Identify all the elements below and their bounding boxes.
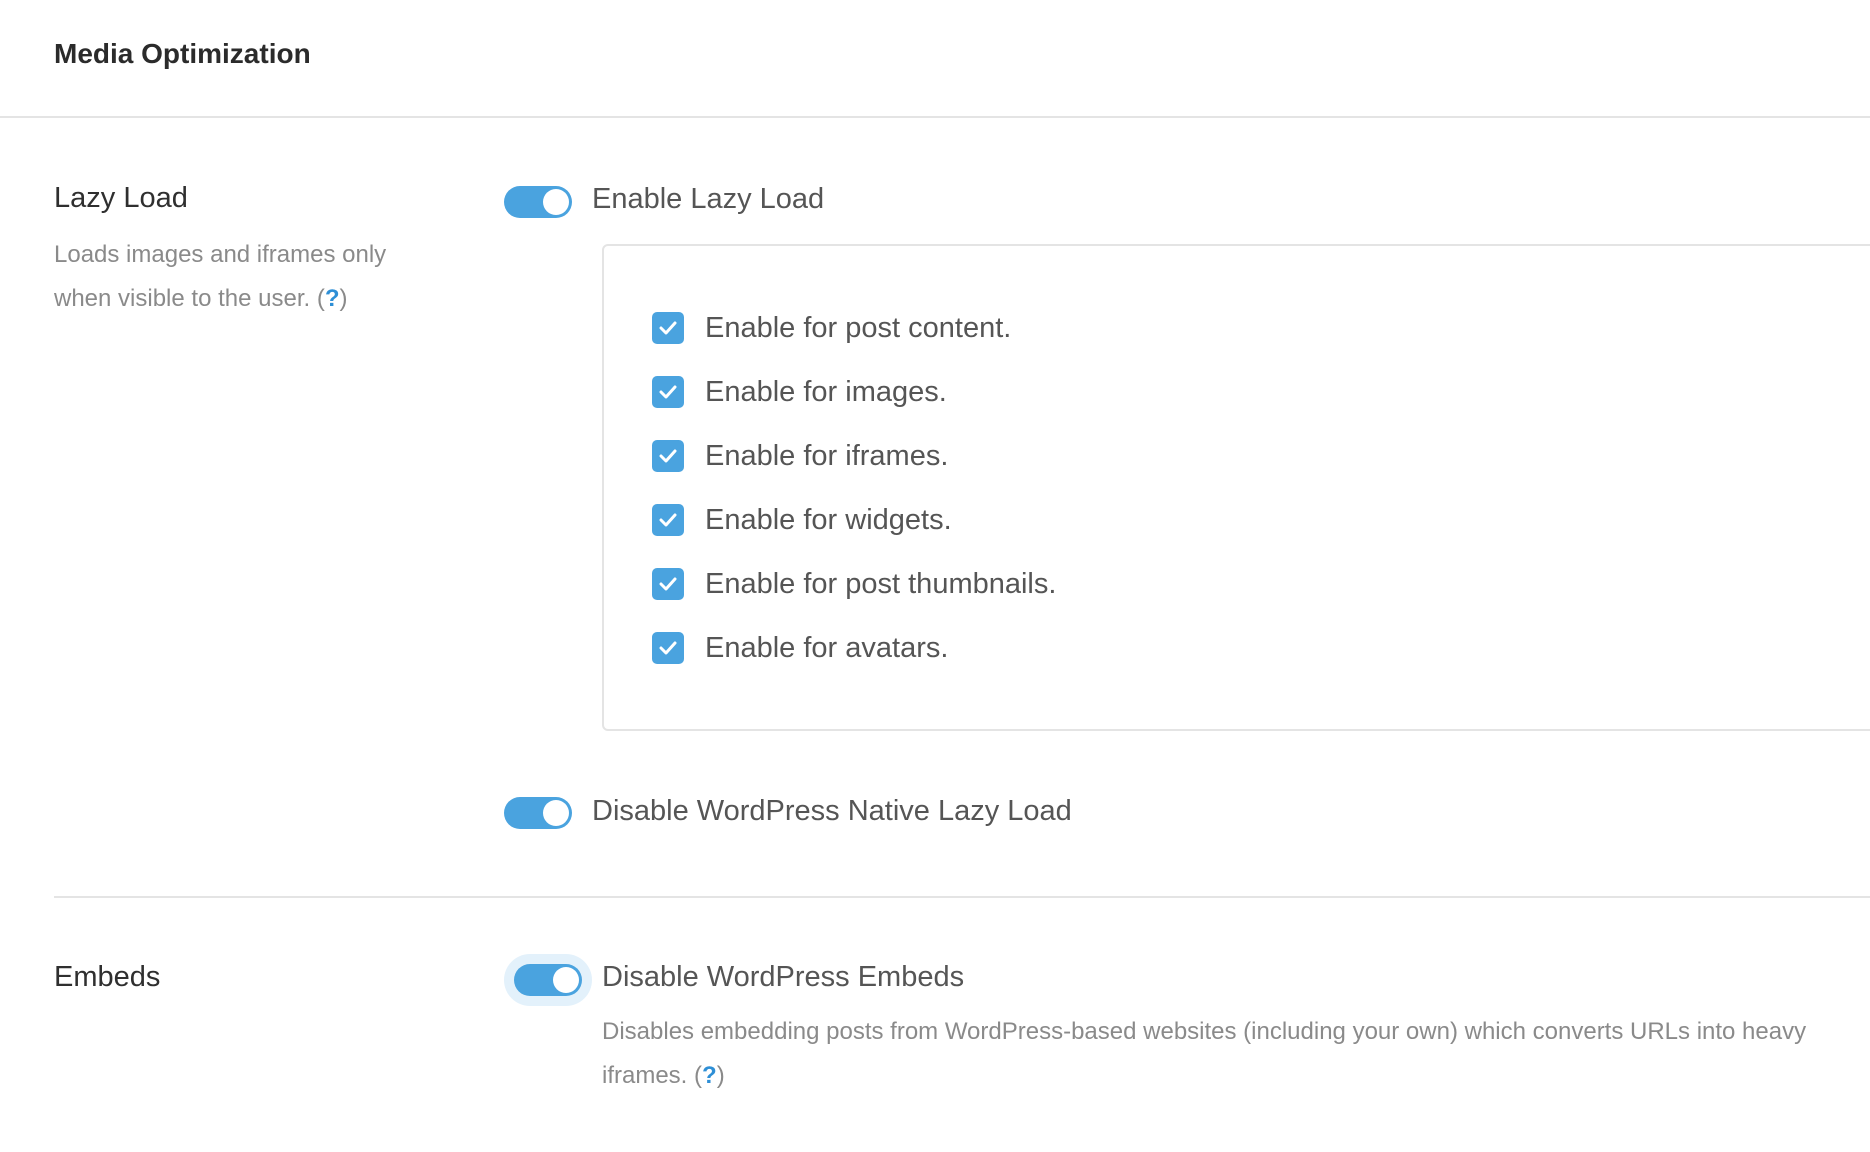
page-title: Media Optimization bbox=[54, 38, 311, 69]
checkmark-icon bbox=[659, 513, 677, 527]
disable-native-lazy-load-label: Disable WordPress Native Lazy Load bbox=[592, 795, 1072, 827]
lazy-load-option-label: Enable for iframes. bbox=[705, 439, 949, 472]
checkmark-icon bbox=[659, 449, 677, 463]
lazy-load-option-label: Enable for images. bbox=[705, 375, 947, 408]
checkmark-icon bbox=[659, 321, 677, 335]
page-header: Media Optimization bbox=[0, 0, 1870, 118]
embeds-help-link[interactable]: ? bbox=[702, 1062, 717, 1089]
help-close: ) bbox=[716, 1062, 725, 1089]
lazy-load-option-row[interactable]: Enable for images. bbox=[652, 375, 947, 409]
help-close: ) bbox=[339, 285, 348, 312]
checkbox[interactable] bbox=[652, 376, 684, 408]
checkbox[interactable] bbox=[652, 440, 684, 472]
toggle-knob bbox=[543, 800, 569, 826]
checkmark-icon bbox=[659, 641, 677, 655]
embeds-description-text: Disables embedding posts from WordPress-… bbox=[602, 1018, 1807, 1089]
enable-lazy-load-label: Enable Lazy Load bbox=[592, 183, 825, 215]
lazy-load-option-row[interactable]: Enable for iframes. bbox=[652, 439, 948, 473]
disable-embeds-toggle[interactable] bbox=[514, 964, 582, 996]
disable-native-lazy-load-toggle[interactable] bbox=[504, 797, 572, 829]
lazy-load-option-row[interactable]: Enable for post content. bbox=[652, 311, 1011, 345]
checkbox[interactable] bbox=[652, 632, 684, 664]
checkbox[interactable] bbox=[652, 504, 684, 536]
checkmark-icon bbox=[659, 577, 677, 591]
lazy-load-option-row[interactable]: Enable for avatars. bbox=[652, 631, 948, 665]
checkbox[interactable] bbox=[652, 312, 684, 344]
lazy-load-option-label: Enable for post thumbnails. bbox=[705, 567, 1057, 600]
lazy-load-option-label: Enable for widgets. bbox=[705, 503, 952, 536]
lazy-load-description: Loads images and iframes only when visib… bbox=[54, 233, 414, 321]
checkbox[interactable] bbox=[652, 568, 684, 600]
lazy-load-option-row[interactable]: Enable for widgets. bbox=[652, 503, 952, 537]
help-open: ( bbox=[694, 1062, 703, 1089]
lazy-load-option-label: Enable for post content. bbox=[705, 311, 1012, 344]
embeds-description: Disables embedding posts from WordPress-… bbox=[602, 1010, 1870, 1098]
section-divider bbox=[54, 896, 1870, 898]
help-open: ( bbox=[316, 285, 325, 312]
lazy-load-label: Lazy Load bbox=[54, 182, 188, 214]
lazy-load-help-link[interactable]: ? bbox=[325, 285, 340, 312]
disable-embeds-label: Disable WordPress Embeds bbox=[602, 961, 965, 993]
lazy-load-option-label: Enable for avatars. bbox=[705, 631, 949, 664]
toggle-knob bbox=[553, 967, 579, 993]
lazy-load-option-row[interactable]: Enable for post thumbnails. bbox=[652, 567, 1056, 601]
toggle-knob bbox=[543, 189, 569, 215]
enable-lazy-load-toggle[interactable] bbox=[504, 186, 572, 218]
embeds-label: Embeds bbox=[54, 961, 161, 993]
checkmark-icon bbox=[659, 385, 677, 399]
